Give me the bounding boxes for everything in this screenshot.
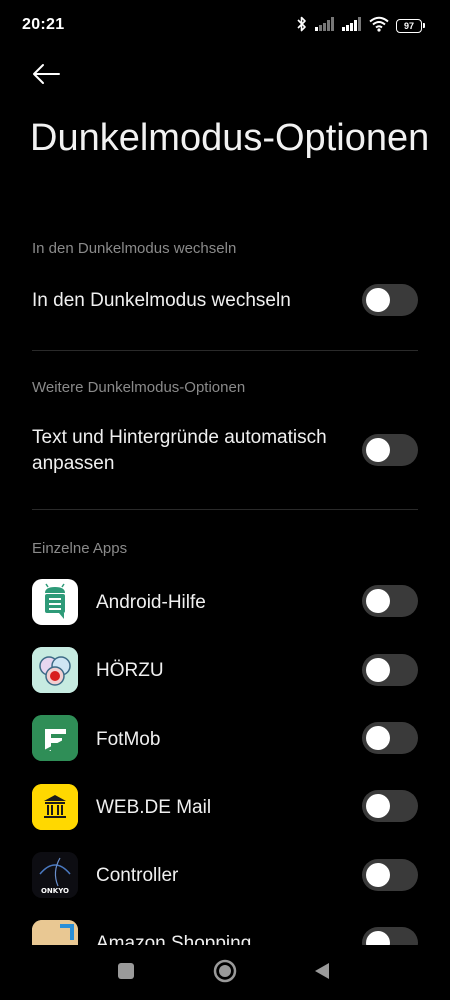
controller-toggle[interactable] bbox=[362, 859, 418, 891]
home-button[interactable] bbox=[212, 959, 238, 988]
bluetooth-icon bbox=[296, 16, 308, 37]
toggle-knob bbox=[366, 726, 390, 750]
divider bbox=[32, 509, 418, 510]
app-label: WEB.DE Mail bbox=[96, 797, 212, 818]
divider bbox=[32, 350, 418, 351]
dark-mode-toggle[interactable] bbox=[362, 284, 418, 316]
app-label: FotMob bbox=[96, 729, 161, 750]
dark-mode-label[interactable]: In den Dunkelmodus wechseln bbox=[32, 288, 291, 314]
toggle-knob bbox=[366, 589, 390, 613]
hoerzu-app-icon bbox=[32, 647, 78, 693]
home-circle-icon bbox=[213, 959, 237, 988]
fotmob-app-icon bbox=[32, 715, 78, 761]
hoerzu-toggle[interactable] bbox=[362, 654, 418, 686]
toggle-knob bbox=[366, 658, 390, 682]
toggle-knob bbox=[366, 863, 390, 887]
recents-button[interactable] bbox=[113, 960, 139, 986]
section-header-dark-mode: In den Dunkelmodus wechseln bbox=[32, 240, 237, 257]
webde-toggle[interactable] bbox=[362, 790, 418, 822]
webde-app-icon bbox=[32, 784, 78, 830]
toggle-knob bbox=[366, 438, 390, 462]
status-bar: 20:21 97 bbox=[0, 0, 450, 52]
signal-icon bbox=[342, 16, 362, 36]
back-triangle-icon bbox=[313, 961, 331, 986]
wifi-icon bbox=[369, 16, 389, 37]
system-nav-bar bbox=[0, 946, 450, 1000]
arrow-left-icon bbox=[31, 63, 61, 90]
status-time: 20:21 bbox=[22, 16, 65, 33]
onkyo-icon-text: ONKYO bbox=[41, 887, 69, 895]
recents-square-icon bbox=[117, 962, 135, 985]
toggle-knob bbox=[366, 794, 390, 818]
back-button[interactable] bbox=[28, 58, 64, 94]
auto-adjust-toggle[interactable] bbox=[362, 434, 418, 466]
page-title: Dunkelmodus-Optionen bbox=[30, 117, 430, 159]
android-hilfe-app-icon bbox=[32, 579, 78, 625]
toggle-knob bbox=[366, 288, 390, 312]
signal-icon bbox=[315, 16, 335, 36]
auto-adjust-label[interactable]: Text und Hintergründe automatisch anpass… bbox=[32, 425, 352, 477]
section-header-apps: Einzelne Apps bbox=[32, 540, 128, 557]
app-label: HÖRZU bbox=[96, 660, 164, 681]
fotmob-toggle[interactable] bbox=[362, 722, 418, 754]
app-label: Android-Hilfe bbox=[96, 592, 206, 613]
nav-back-button[interactable] bbox=[309, 960, 335, 986]
android-hilfe-toggle[interactable] bbox=[362, 585, 418, 617]
section-header-more-options: Weitere Dunkelmodus-Optionen bbox=[32, 379, 246, 396]
battery-icon: 97 bbox=[396, 19, 425, 33]
app-label: Controller bbox=[96, 865, 179, 886]
onkyo-controller-app-icon: ONKYO bbox=[32, 852, 78, 898]
status-icons: 97 bbox=[296, 16, 425, 37]
